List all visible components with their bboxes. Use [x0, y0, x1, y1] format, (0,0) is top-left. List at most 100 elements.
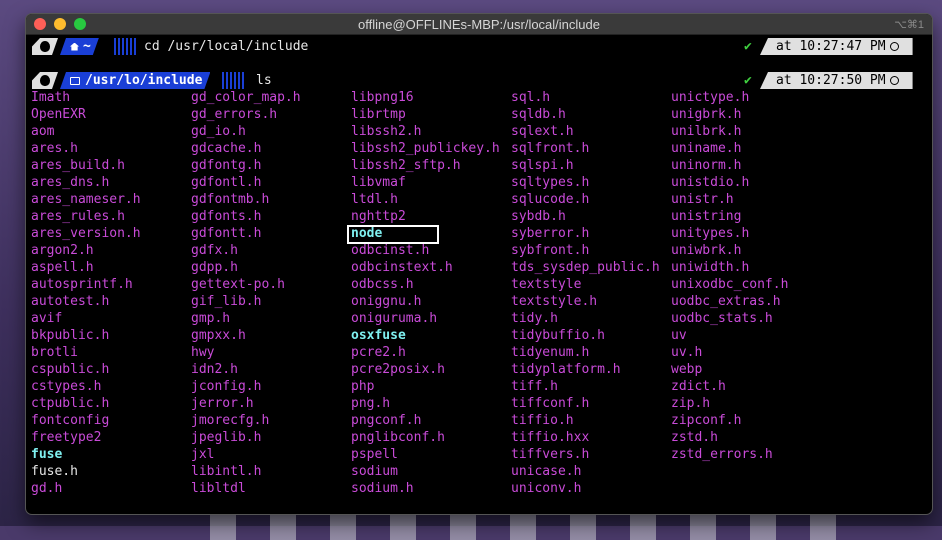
ls-file-entry: nghttp2: [351, 209, 406, 224]
ls-file-entry: oniguruma.h: [351, 311, 438, 326]
title-bar[interactable]: offline@OFFLINEs-MBP:/usr/local/include …: [26, 14, 932, 35]
ls-file-entry: tiffvers.h: [511, 447, 590, 462]
ls-file-entry: uniname.h: [671, 141, 742, 156]
ls-file-entry: uv: [671, 328, 687, 343]
ls-file-entry: argon2.h: [31, 243, 94, 258]
ls-file-entry: gd.h: [31, 481, 63, 496]
ls-file-entry: pcre2posix.h: [351, 362, 445, 377]
ls-file-entry: gd_io.h: [191, 124, 246, 139]
ls-file-entry: tiffconf.h: [511, 396, 590, 411]
ls-file-entry: OpenEXR: [31, 107, 86, 122]
ls-column: gd_color_map.h gd_errors.h gd_io.h gdcache.…: [191, 89, 301, 497]
ls-file-entry: idn2.h: [191, 362, 238, 377]
ls-column: unictype.h unigbrk.h unilbrk.h uniname.h uni…: [671, 89, 788, 463]
ls-file-entry: zstd_errors.h: [671, 447, 773, 462]
prompt-segment-fade: [114, 38, 136, 55]
ls-file-entry: sodium: [351, 464, 398, 479]
ls-file-entry: gdfontt.h: [191, 226, 262, 241]
ls-file-entry: aspell.h: [31, 260, 94, 275]
ls-file-entry: syberror.h: [511, 226, 590, 241]
ls-file-entry: sybdb.h: [511, 209, 566, 224]
ls-file-entry: tidy.h: [511, 311, 558, 326]
ls-file-entry: php: [351, 379, 375, 394]
apple-icon: [40, 75, 50, 86]
ls-file-entry: libssh2.h: [351, 124, 422, 139]
ls-file-entry: webp: [671, 362, 703, 377]
ls-file-entry: ctpublic.h: [31, 396, 110, 411]
ls-file-entry: gdcache.h: [191, 141, 262, 156]
ls-column: Imath OpenEXR aom ares.h ares_build.h ares_dn…: [31, 89, 141, 497]
ls-file-entry: gdfonts.h: [191, 209, 262, 224]
clock-icon: [889, 76, 899, 85]
window-title: offline@OFFLINEs-MBP:/usr/local/include: [358, 17, 600, 32]
ls-file-entry: gd_errors.h: [191, 107, 278, 122]
ls-file-entry: unistring: [671, 209, 742, 224]
ls-file-entry: Imath: [31, 90, 71, 105]
ls-file-entry: zipconf.h: [671, 413, 742, 428]
ls-file-entry: unictype.h: [671, 90, 750, 105]
ls-file-entry: tds_sysdep_public.h: [511, 260, 660, 275]
ls-file-entry: uniwidth.h: [671, 260, 750, 275]
ls-file-entry: unistr.h: [671, 192, 734, 207]
ls-file-entry: sqltypes.h: [511, 175, 590, 190]
prompt-time: at 10:27:50 PM: [776, 73, 886, 88]
ls-file-entry: jpeglib.h: [191, 430, 262, 445]
ls-file-entry: sqlext.h: [511, 124, 574, 139]
ls-file-entry: gmpxx.h: [191, 328, 246, 343]
ls-file-entry: sqldb.h: [511, 107, 566, 122]
prompt-dir-segment: /usr/lo/include: [60, 72, 210, 89]
ls-file-entry: fuse.h: [31, 464, 78, 479]
ls-file-entry: ares_build.h: [31, 158, 125, 173]
ls-file-entry: sqlfront.h: [511, 141, 590, 156]
ls-file-entry: zip.h: [671, 396, 711, 411]
window-shortcut: ⌥⌘1: [894, 19, 924, 31]
ls-file-entry: sodium.h: [351, 481, 414, 496]
ls-file-entry: jxl: [191, 447, 215, 462]
ls-file-entry: libintl.h: [191, 464, 262, 479]
ls-file-entry: autotest.h: [31, 294, 110, 309]
ls-file-entry: sqlucode.h: [511, 192, 590, 207]
ls-file-entry: fontconfig: [31, 413, 110, 428]
ls-file-entry: tiffio.h: [511, 413, 574, 428]
prompt-dir-label: /usr/lo/include: [85, 73, 203, 88]
prompt-dir-label: ~: [83, 39, 91, 54]
ls-file-entry: cspublic.h: [31, 362, 110, 377]
terminal-window[interactable]: offline@OFFLINEs-MBP:/usr/local/include …: [26, 14, 932, 514]
prompt-time: at 10:27:47 PM: [776, 39, 886, 54]
prompt-line-2: /usr/lo/include ls ✔ at 10:27:50 PM: [32, 72, 926, 89]
ls-file-entry: libvmaf: [351, 175, 406, 190]
prompt-time-segment: at 10:27:47 PM: [760, 38, 913, 55]
ls-file-entry: jconfig.h: [191, 379, 262, 394]
ls-file-entry: unilbrk.h: [671, 124, 742, 139]
ls-file-entry: uv.h: [671, 345, 703, 360]
ls-file-entry: uodbc_stats.h: [671, 311, 773, 326]
ls-file-entry: unitypes.h: [671, 226, 750, 241]
ls-file-entry: gdpp.h: [191, 260, 238, 275]
ls-file-entry: odbcss.h: [351, 277, 414, 292]
ls-column: libpng16 librtmp libssh2.h libssh2_publicke…: [347, 89, 500, 497]
ls-file-entry: aom: [31, 124, 55, 139]
ls-file-entry: bkpublic.h: [31, 328, 110, 343]
ls-file-entry: textstyle: [511, 277, 582, 292]
ls-file-entry: png.h: [351, 396, 391, 411]
prompt-dir-segment: ~: [60, 38, 99, 55]
ls-file-entry: gdfx.h: [191, 243, 238, 258]
apple-segment: [32, 72, 58, 89]
ls-file-entry: gdfontg.h: [191, 158, 262, 173]
ls-file-entry: gdfontl.h: [191, 175, 262, 190]
ls-file-entry: pnglibconf.h: [351, 430, 445, 445]
ls-file-entry: unicase.h: [511, 464, 582, 479]
ls-file-entry: sybfront.h: [511, 243, 590, 258]
ls-file-entry: gdfontmb.h: [191, 192, 270, 207]
status-check-icon: ✔: [744, 73, 752, 88]
folder-icon: [70, 77, 80, 85]
prompt-segment-fade: [222, 72, 244, 89]
ls-file-entry: uniwbrk.h: [671, 243, 742, 258]
ls-file-entry: ares_nameser.h: [31, 192, 141, 207]
clock-icon: [889, 42, 899, 51]
ls-file-entry: cstypes.h: [31, 379, 102, 394]
prompt-line-1: ~ cd /usr/local/include ✔ at 10:27:47 PM: [32, 38, 926, 55]
ls-file-entry: uodbc_extras.h: [671, 294, 781, 309]
ls-file-entry: zstd.h: [671, 430, 718, 445]
ls-file-entry: ares.h: [31, 141, 78, 156]
